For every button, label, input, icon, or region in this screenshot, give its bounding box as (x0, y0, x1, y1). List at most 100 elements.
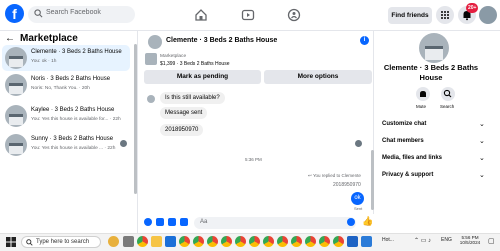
chat-name: Clemente · 3 Beds 2 Baths House (31, 49, 122, 55)
chat-item-sunny[interactable]: Sunny · 3 Beds 2 Baths House You: Yes th… (2, 132, 130, 158)
chrome-icon[interactable] (137, 236, 148, 247)
chrome-icon[interactable] (221, 236, 232, 247)
sent-status: Sent (354, 206, 363, 211)
more-options-button[interactable]: More options (264, 70, 372, 84)
outlook-icon[interactable] (361, 236, 372, 247)
emoji-icon[interactable] (347, 218, 355, 226)
taskbar-app-icon[interactable] (108, 236, 119, 247)
search-label: Search (440, 104, 455, 109)
chrome-icon[interactable] (319, 236, 330, 247)
menu-button[interactable] (436, 6, 454, 24)
listing-price[interactable]: $1,399 · 3 Beds 2 Baths House (160, 61, 230, 67)
marketplace-title: Marketplace (20, 33, 78, 44)
search-placeholder: Search Facebook (46, 9, 101, 16)
search-icon (443, 89, 452, 98)
chat-snippet: Noris: No, Thank You. · 20h (31, 86, 90, 91)
windows-start-icon[interactable] (6, 237, 16, 247)
chat-avatar[interactable] (419, 33, 449, 63)
gif-icon[interactable] (180, 218, 188, 226)
conversation-scrollbar[interactable] (371, 150, 374, 210)
bell-icon (420, 91, 426, 97)
chat-snippet: You: ok · 1h (31, 59, 57, 64)
chrome-icon[interactable] (291, 236, 302, 247)
reply-indicator: ↩ You replied to Clemente (308, 173, 361, 179)
search-icon (34, 9, 43, 18)
taskbar-search[interactable]: Type here to search (21, 236, 101, 248)
plus-icon[interactable] (144, 218, 152, 226)
message-input-placeholder: Aa (200, 219, 208, 225)
chat-item-clemente[interactable]: Clemente · 3 Beds 2 Baths House You: ok … (2, 45, 130, 71)
groups-icon[interactable] (287, 8, 301, 22)
conversation-title[interactable]: Clemente · 3 Beds 2 Baths House (166, 37, 277, 44)
notification-center-icon[interactable]: ▢ (488, 237, 495, 245)
listing-thumbnail[interactable] (145, 53, 157, 65)
mute-button[interactable] (416, 87, 430, 101)
chrome-icon[interactable] (193, 236, 204, 247)
chevron-down-icon[interactable]: ⌄ (479, 137, 485, 145)
chrome-icon[interactable] (333, 236, 344, 247)
chrome-icon[interactable] (249, 236, 260, 247)
chrome-icon[interactable] (305, 236, 316, 247)
chrome-icon[interactable] (179, 236, 190, 247)
clock[interactable]: 5:56 PM 10/5/2024 (459, 235, 481, 245)
tray-icons[interactable]: ⌃ ▭ ♪ (414, 237, 431, 244)
marketplace-label: Marketplace (160, 54, 187, 59)
chevron-down-icon[interactable]: ⌄ (479, 154, 485, 162)
home-icon[interactable] (194, 8, 208, 22)
grid-menu-icon (441, 11, 449, 19)
mark-as-pending-button[interactable]: Mark as pending (144, 70, 261, 84)
sent-message-bubble: ok (351, 192, 364, 205)
search-in-chat-button[interactable] (441, 87, 455, 101)
listing-thumbnail (5, 47, 27, 69)
store-icon[interactable] (165, 236, 176, 247)
chat-item-kaylee[interactable]: Kaylee · 3 Beds 2 Baths House You: Yes t… (2, 103, 130, 129)
message-input[interactable]: Aa (194, 217, 356, 229)
word-icon[interactable] (347, 236, 358, 247)
file-explorer-icon[interactable] (151, 236, 162, 247)
chat-list-scrollbar[interactable] (134, 44, 137, 194)
taskbar-search-placeholder: Type here to search (36, 239, 90, 245)
seen-avatar (120, 140, 127, 147)
mute-label: Mute (416, 104, 427, 109)
info-icon[interactable]: i (360, 36, 369, 45)
customize-chat-row[interactable]: Customize chat (382, 121, 426, 127)
chat-item-noris[interactable]: Noris · 3 Beds 2 Baths House Noris: No, … (2, 72, 130, 98)
chevron-down-icon[interactable]: ⌄ (479, 171, 485, 179)
message-timestamp: 5:36 PM (245, 157, 262, 162)
search-box[interactable]: Search Facebook (28, 6, 135, 23)
clock-date: 10/5/2024 (459, 240, 481, 245)
message-bubble: 2018950970 (160, 124, 204, 136)
media-files-links-row[interactable]: Media, files and links (382, 155, 442, 161)
message-bubble: Is this still available? (160, 92, 225, 104)
chat-name: Sunny · 3 Beds 2 Baths House (31, 136, 114, 142)
privacy-support-row[interactable]: Privacy & support (382, 172, 433, 178)
facebook-logo[interactable]: f (5, 4, 24, 23)
chat-snippet: You: Yes this house is available ... · 2… (31, 146, 116, 151)
image-icon[interactable] (156, 218, 164, 226)
task-view-icon[interactable] (123, 236, 134, 247)
chrome-icon[interactable] (277, 236, 288, 247)
listing-thumbnail (5, 74, 27, 96)
chrome-icon[interactable] (235, 236, 246, 247)
quoted-message: 2018950970 (333, 182, 361, 188)
thumbs-up-icon[interactable]: 👍 (362, 216, 373, 227)
video-icon[interactable] (241, 8, 255, 22)
marketplace-chat-list: ← Marketplace Clemente · 3 Beds 2 Baths … (0, 31, 138, 233)
listing-thumbnail (5, 105, 27, 127)
chat-members-row[interactable]: Chat members (382, 138, 424, 144)
find-friends-button[interactable]: Find friends (388, 7, 432, 24)
listing-thumbnail (5, 134, 27, 156)
weather-widget[interactable]: Hot... (382, 237, 394, 243)
profile-avatar[interactable] (479, 6, 497, 24)
language-indicator[interactable]: ENG (441, 237, 452, 243)
sender-avatar (147, 95, 155, 103)
conversation-avatar[interactable] (148, 35, 162, 49)
chrome-icon[interactable] (207, 236, 218, 247)
chrome-icon[interactable] (263, 236, 274, 247)
chat-name: Kaylee · 3 Beds 2 Baths House (31, 107, 115, 113)
search-icon (26, 239, 33, 246)
sticker-icon[interactable] (168, 218, 176, 226)
chevron-down-icon[interactable]: ⌄ (479, 120, 485, 128)
back-arrow-icon[interactable]: ← (5, 33, 15, 44)
chat-details-name: Clemente · 3 Beds 2 Baths House (383, 63, 479, 82)
